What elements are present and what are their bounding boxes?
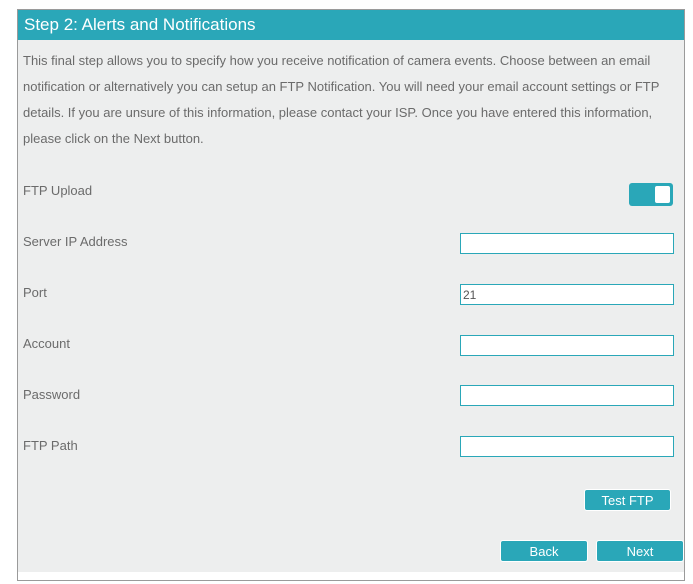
step-header: Step 2: Alerts and Notifications [18,10,684,40]
test-ftp-button[interactable]: Test FTP [584,489,671,511]
password-input[interactable] [460,385,674,406]
port-label: Port [23,285,47,300]
ftp-upload-toggle[interactable] [629,183,673,206]
server-ip-input[interactable] [460,233,674,254]
server-ip-label: Server IP Address [23,234,128,249]
password-label: Password [23,387,81,402]
port-input[interactable] [460,284,674,305]
next-button[interactable]: Next [596,540,684,562]
back-button[interactable]: Back [500,540,588,562]
toggle-knob [655,186,670,203]
ftp-path-input[interactable] [460,436,674,457]
account-input[interactable] [460,335,674,356]
wizard-panel: Step 2: Alerts and Notifications This fi… [17,9,685,581]
intro-text: This final step allows you to specify ho… [23,53,660,146]
account-label: Account [23,336,70,351]
step-title: Step 2: Alerts and Notifications [24,15,256,34]
ftp-path-label: FTP Path [23,438,78,453]
settings-content: This final step allows you to specify ho… [18,40,684,572]
ftp-upload-label: FTP Upload [23,183,93,198]
